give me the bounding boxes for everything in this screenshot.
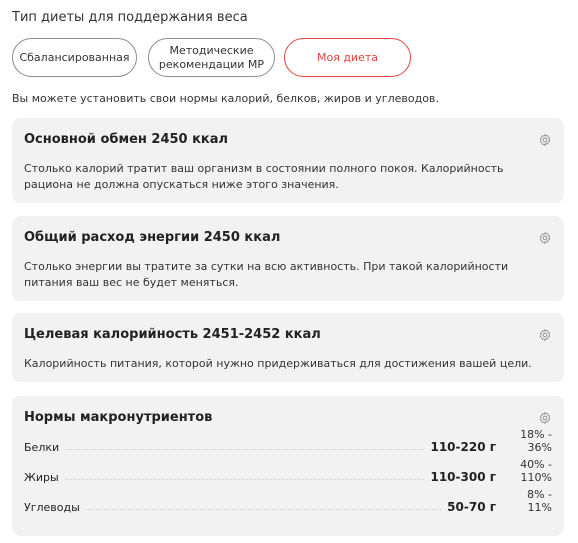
macro-label: Белки xyxy=(24,441,60,454)
macros-title: Нормы макронутриентов xyxy=(24,410,213,425)
macros-card: Нормы макронутриентов Белки 110-220 г 18… xyxy=(12,396,564,536)
gear-icon[interactable] xyxy=(538,411,552,425)
dotted-leader xyxy=(64,479,425,480)
gear-icon[interactable] xyxy=(538,328,552,342)
macro-row-fat: Жиры 110-300 г 40% - 110% xyxy=(24,458,552,484)
dotted-leader xyxy=(65,449,425,450)
bmr-description: Столько калорий тратит ваш организм в со… xyxy=(24,162,504,191)
macro-label: Жиры xyxy=(24,471,59,484)
hint-text: Вы можете установить свои нормы калорий,… xyxy=(12,92,439,105)
macro-amount: 50-70 г xyxy=(447,500,496,514)
macro-row-carbs: Углеводы 50-70 г 8% - 11% xyxy=(24,488,552,514)
macro-label: Углеводы xyxy=(24,501,80,514)
macro-percent: 18% - 36% xyxy=(520,428,552,454)
gear-icon[interactable] xyxy=(538,231,552,245)
macro-row-protein: Белки 110-220 г 18% - 36% xyxy=(24,428,552,454)
section-title: Тип диеты для поддержания веса xyxy=(12,10,248,25)
bmr-title: Основной обмен 2450 ккал xyxy=(24,132,229,147)
diet-tab-balanced[interactable]: Сбалансированная xyxy=(12,38,137,77)
macro-amount: 110-300 г xyxy=(430,470,496,484)
target-calories-description: Калорийность питания, которой нужно прид… xyxy=(24,357,532,370)
diet-tab-my-diet[interactable]: Моя диета xyxy=(284,38,411,77)
macro-percent: 8% - 11% xyxy=(527,488,552,514)
target-calories-card: Целевая калорийность 2451-2452 ккал Кало… xyxy=(12,313,564,382)
dotted-leader xyxy=(85,509,442,510)
macro-amount: 110-220 г xyxy=(430,440,496,454)
target-calories-title: Целевая калорийность 2451-2452 ккал xyxy=(24,327,321,342)
diet-tab-guidelines[interactable]: Методические рекомендации МР xyxy=(148,38,275,77)
energy-expenditure-title: Общий расход энергии 2450 ккал xyxy=(24,230,281,245)
macro-percent: 40% - 110% xyxy=(520,458,552,484)
energy-expenditure-card: Общий расход энергии 2450 ккал Столько э… xyxy=(12,216,564,301)
energy-expenditure-description: Столько энергии вы тратите за сутки на в… xyxy=(24,260,509,289)
bmr-card: Основной обмен 2450 ккал Столько калорий… xyxy=(12,118,564,203)
gear-icon[interactable] xyxy=(538,133,552,147)
